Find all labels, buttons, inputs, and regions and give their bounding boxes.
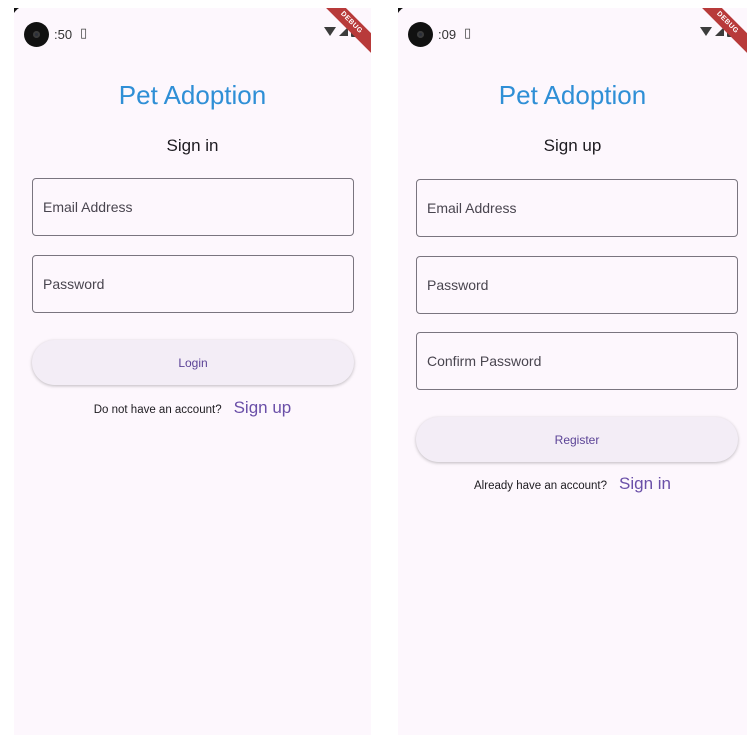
display-corner bbox=[398, 8, 414, 24]
email-field[interactable] bbox=[416, 179, 738, 237]
switch-account-row: Already have an account? Sign in bbox=[398, 474, 747, 494]
page-title: Sign up bbox=[543, 136, 602, 155]
switch-account-row: Do not have an account? Sign up bbox=[14, 398, 371, 418]
password-field[interactable] bbox=[416, 256, 738, 314]
register-button[interactable]: Register bbox=[416, 417, 738, 462]
signin-screen: :50 ▯ DEBUG Pet Adoption Sign in Login D… bbox=[14, 8, 371, 735]
camera-cutout-icon bbox=[24, 22, 49, 47]
sign-in-link[interactable]: Sign in bbox=[619, 474, 671, 494]
confirm-password-field[interactable] bbox=[416, 332, 738, 390]
wifi-icon bbox=[324, 27, 336, 36]
app-title: Pet Adoption bbox=[498, 80, 647, 110]
sim-card-icon: ▯ bbox=[80, 25, 88, 40]
switch-account-text: Do not have an account? bbox=[93, 404, 222, 416]
page-title: Sign in bbox=[166, 136, 219, 155]
sim-card-icon: ▯ bbox=[464, 25, 472, 40]
signup-screen: :09 ▯ DEBUG Pet Adoption Sign up Registe… bbox=[398, 8, 747, 735]
email-field[interactable] bbox=[32, 178, 354, 236]
display-corner bbox=[14, 8, 30, 24]
login-button[interactable]: Login bbox=[32, 340, 354, 385]
camera-cutout-icon bbox=[408, 22, 433, 47]
wifi-icon bbox=[700, 27, 712, 36]
status-time: :09 bbox=[438, 27, 457, 42]
status-time: :50 bbox=[54, 27, 73, 42]
app-title: Pet Adoption bbox=[118, 80, 267, 110]
switch-account-text: Already have an account? bbox=[474, 480, 607, 492]
password-field[interactable] bbox=[32, 255, 354, 313]
sign-up-link[interactable]: Sign up bbox=[234, 398, 292, 418]
